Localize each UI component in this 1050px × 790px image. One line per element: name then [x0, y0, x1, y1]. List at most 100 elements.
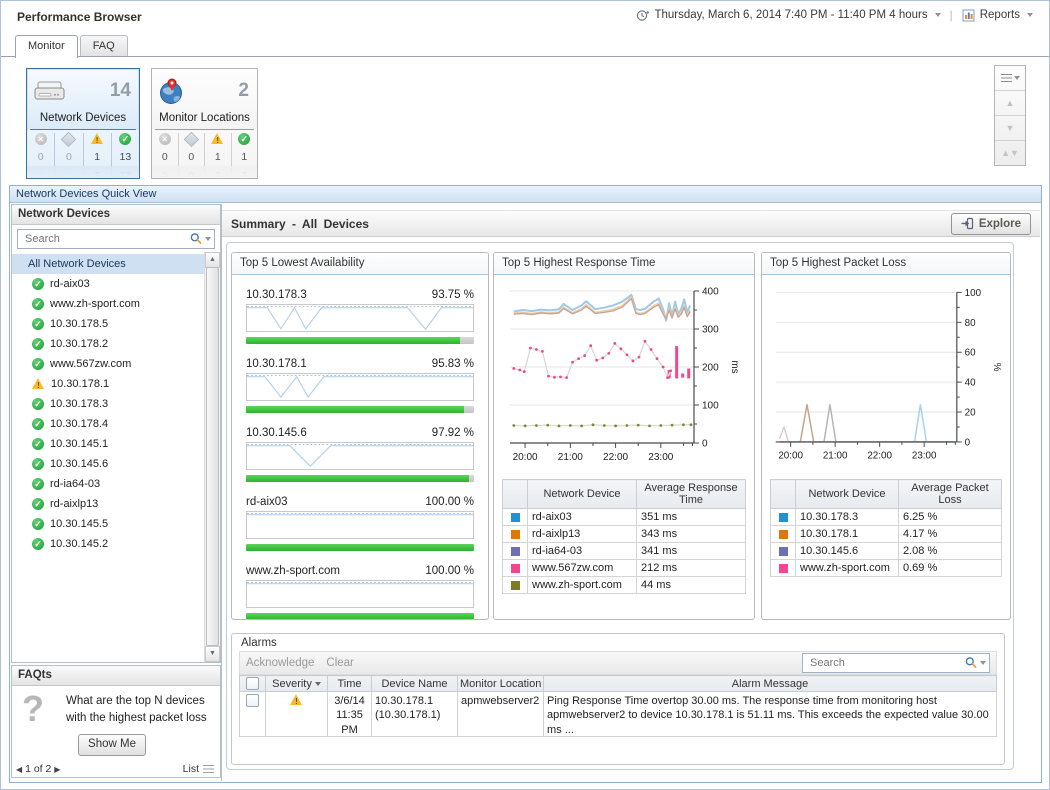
select-all-checkbox[interactable] [246, 677, 259, 690]
status-count-fatal: 0 [152, 150, 179, 166]
device-name-cell: rd-aixlp13 [528, 526, 637, 543]
tile-sort-toolbar: ▲ ▼ ▲▼ [994, 65, 1026, 166]
table-row[interactable]: 10.30.145.62.08 % [771, 543, 1002, 560]
tile-reflection: 00113 [27, 166, 139, 178]
search-options-icon[interactable] [205, 237, 211, 241]
table-row[interactable]: www.567zw.com212 ms [503, 560, 746, 577]
unknown-status-icon [183, 132, 199, 148]
time-range-selector[interactable]: Thursday, March 6, 2014 7:40 PM - 11:40 … [654, 9, 927, 21]
table-row[interactable]: rd-aix03351 ms [503, 509, 746, 526]
sidebar-item[interactable]: !10.30.178.1 [12, 374, 205, 394]
availability-sparkline [246, 304, 474, 332]
search-icon[interactable] [964, 656, 978, 670]
tile-monitor-locations[interactable]: 2 Monitor Locations ×!✓ 0011 0011 [151, 68, 258, 179]
monitor-locations-icon [158, 78, 186, 105]
sidebar-item[interactable]: ✓10.30.178.3 [12, 394, 205, 414]
alarm-search-input[interactable] [808, 656, 964, 670]
table-row[interactable]: 10.30.178.36.25 % [771, 509, 1002, 526]
sidebar-item[interactable]: ✓rd-aix03 [12, 274, 205, 294]
device-name-cell: 10.30.178.3 [796, 509, 899, 526]
sidebar-item[interactable]: ✓10.30.145.6 [12, 454, 205, 474]
next-page-icon[interactable]: ▶ [54, 765, 60, 774]
table-row[interactable]: 10.30.178.14.17 % [771, 526, 1002, 543]
device-name: 10.30.178.3 [246, 289, 307, 301]
sidebar-item[interactable]: ✓10.30.145.1 [12, 434, 205, 454]
col-monitor-location[interactable]: Monitor Location [458, 676, 544, 692]
alarm-row[interactable]: ! 3/6/14 11:35 PM 10.30.178.1 (10.30.178… [240, 692, 997, 737]
explore-button[interactable]: Explore [951, 213, 1031, 235]
col-alarm-message[interactable]: Alarm Message [544, 676, 997, 692]
search-options-icon[interactable] [980, 661, 986, 665]
faq-list-toggle[interactable]: List [183, 763, 214, 775]
column-header[interactable]: Average Packet Loss [899, 480, 1002, 509]
highest-response-time-panel: Top 5 Highest Response Time 20:0021:0022… [493, 252, 755, 620]
alarm-device-cell: 10.30.178.1 (10.30.178.1) [372, 692, 458, 737]
device-name: rd-aix03 [50, 278, 90, 290]
sidebar-item[interactable]: ✓10.30.145.5 [12, 514, 205, 534]
svg-text:20: 20 [965, 407, 976, 418]
sidebar-item[interactable]: ✓rd-ia64-03 [12, 474, 205, 494]
tab-faq[interactable]: FAQ [80, 35, 128, 56]
tile-status-icons: ×!✓ [27, 130, 139, 150]
search-input[interactable] [23, 232, 189, 246]
faqts-title: FAQts [12, 666, 220, 686]
sidebar-item[interactable]: ✓rd-aixlp13 [12, 494, 205, 514]
scrollbar-thumb[interactable] [206, 267, 219, 646]
series-color-cell [503, 526, 528, 543]
sidebar-item[interactable]: ✓10.30.178.5 [12, 314, 205, 334]
sort-button[interactable]: ▲▼ [995, 141, 1025, 165]
search-icon[interactable] [189, 232, 203, 246]
table-row[interactable]: www.zh-sport.com0.69 % [771, 560, 1002, 577]
tile-network-devices[interactable]: 14 Network Devices ×!✓ 00113 00113 [26, 68, 140, 179]
sidebar-item[interactable]: ✓10.30.178.2 [12, 334, 205, 354]
acknowledge-button[interactable]: Acknowledge [246, 657, 314, 669]
normal-status-icon: ✓ [32, 438, 44, 450]
device-name: 10.30.145.5 [50, 518, 108, 530]
alarm-checkbox[interactable] [246, 694, 259, 707]
status-normal: ✓ [112, 133, 139, 150]
tile-status-counts: 0011 [152, 150, 257, 166]
show-me-button[interactable]: Show Me [78, 734, 146, 756]
reports-menu[interactable]: Reports [980, 9, 1020, 21]
column-header[interactable]: Network Device [796, 480, 899, 509]
sidebar-item[interactable]: ✓www.567zw.com [12, 354, 205, 374]
sidebar-item[interactable]: ✓10.30.178.4 [12, 414, 205, 434]
svg-text:100: 100 [965, 288, 982, 299]
svg-text:22:00: 22:00 [603, 452, 628, 463]
sort-desc-icon [315, 682, 321, 686]
clear-button[interactable]: Clear [326, 657, 353, 669]
normal-status-icon: ✓ [32, 338, 44, 350]
select-all-cell [240, 676, 266, 692]
status-unknown [55, 133, 83, 150]
scroll-down-button[interactable]: ▼ [205, 646, 220, 662]
quick-view-title: Network Devices Quick View [10, 186, 1041, 203]
column-header[interactable]: Average Response Time [637, 480, 746, 509]
move-up-button[interactable]: ▲ [995, 91, 1025, 116]
sidebar-item[interactable]: All Network Devices [12, 254, 205, 274]
tile-options-button[interactable] [995, 66, 1025, 91]
table-row[interactable]: rd-aixlp13343 ms [503, 526, 746, 543]
availability-sparkline [246, 442, 474, 470]
tab-monitor[interactable]: Monitor [15, 35, 78, 58]
scrollbar[interactable]: ▲ ▼ [204, 252, 220, 662]
page-indicator: 1 of 2 [25, 763, 51, 775]
table-row[interactable]: www.zh-sport.com44 ms [503, 577, 746, 594]
sidebar-item[interactable]: ✓www.zh-sport.com [12, 294, 205, 314]
prev-page-icon[interactable]: ◀ [16, 765, 22, 774]
status-count-fatal: 0 [27, 166, 55, 178]
series-color-cell [503, 543, 528, 560]
scroll-up-button[interactable]: ▲ [205, 252, 220, 268]
table-row[interactable]: rd-ia64-03341 ms [503, 543, 746, 560]
series-color-swatch [779, 513, 788, 522]
alarms-title: Alarms [232, 634, 1004, 651]
chevron-down-icon[interactable] [935, 13, 941, 17]
col-device-name[interactable]: Device Name [372, 676, 458, 692]
col-time[interactable]: Time [328, 676, 372, 692]
sidebar-item[interactable]: ✓10.30.145.2 [12, 534, 205, 554]
col-severity[interactable]: Severity [266, 676, 328, 692]
move-down-button[interactable]: ▼ [995, 116, 1025, 141]
availability-value: 97.92 % [432, 427, 474, 439]
column-header[interactable]: Network Device [528, 480, 637, 509]
alarms-panel: Alarms Acknowledge Clear [231, 633, 1005, 765]
chevron-down-icon[interactable] [1027, 13, 1033, 17]
